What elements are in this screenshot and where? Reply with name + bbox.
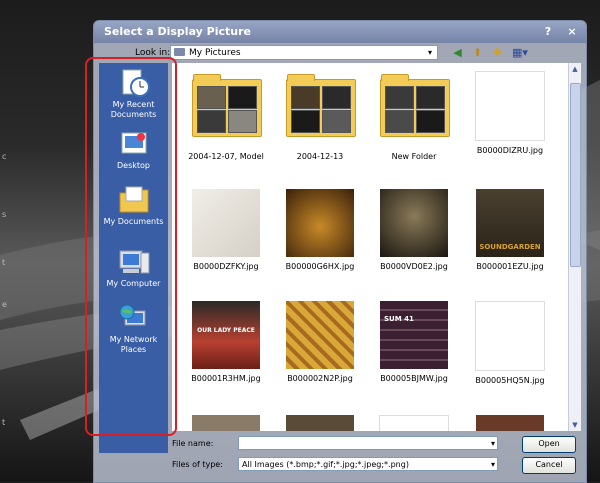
files-of-type-label: Files of type: [172, 460, 223, 469]
chevron-down-icon[interactable]: ▾ [423, 46, 437, 59]
file-name: B00001R3HM.jpg [191, 374, 261, 383]
folder-icon [174, 48, 185, 56]
album-text: SUM 41 [384, 315, 414, 323]
image-thumbnail [475, 301, 545, 371]
image-thumbnail [380, 189, 448, 257]
file-list-view[interactable]: 2004-12-07, Model 2004-12-13 New Folder … [172, 63, 568, 431]
files-of-type-dropdown[interactable]: All Images (*.bmp;*.gif;*.jpg;*.jpeg;*.p… [238, 457, 498, 471]
cancel-button[interactable]: Cancel [522, 457, 576, 474]
red-highlight-annotation [85, 57, 177, 436]
background-text: t [2, 258, 6, 267]
file-item-image[interactable]: SOUNDGARDEN B000001EZU.jpg [464, 189, 556, 271]
album-text: OUR LADY PEACE [197, 327, 255, 334]
file-item-image[interactable] [274, 415, 366, 431]
chevron-down-icon[interactable]: ▾ [491, 437, 495, 451]
file-item-image[interactable] [180, 415, 272, 431]
file-item-image[interactable]: B00005HQ5N.jpg [464, 301, 556, 385]
image-thumbnail [476, 415, 544, 431]
file-name: B000002N2P.jpg [287, 374, 353, 383]
chevron-down-icon[interactable]: ▾ [491, 458, 495, 472]
open-button[interactable]: Open [522, 436, 576, 453]
file-name: 2004-12-07, Model [188, 152, 264, 161]
file-item-folder[interactable]: 2004-12-07, Model [180, 71, 272, 161]
file-name: B00000G6HX.jpg [285, 262, 355, 271]
scrollbar-thumb[interactable] [570, 83, 581, 267]
file-name: B00005HQ5N.jpg [475, 376, 545, 385]
look-in-value: My Pictures [189, 48, 241, 58]
file-item-image[interactable]: B000002N2P.jpg [274, 301, 366, 383]
file-name: B0000VD0E2.jpg [380, 262, 448, 271]
file-item-image[interactable] [464, 415, 556, 431]
file-name: B000001EZU.jpg [476, 262, 544, 271]
title-bar[interactable]: Select a Display Picture ? × [94, 21, 586, 43]
file-name-input[interactable]: ▾ [238, 436, 498, 450]
scroll-down-icon[interactable]: ▼ [569, 419, 581, 431]
image-thumbnail: SUM 41 [380, 301, 448, 369]
new-folder-icon[interactable]: ✚ [490, 45, 505, 60]
image-thumbnail [192, 415, 260, 431]
background-text: s [2, 210, 7, 219]
file-name: 2004-12-13 [296, 152, 344, 161]
image-thumbnail: SOUNDGARDEN [476, 189, 544, 257]
up-folder-icon[interactable]: ⬆ [470, 45, 485, 60]
scroll-up-icon[interactable]: ▲ [569, 63, 581, 75]
background-text: e [2, 300, 7, 309]
close-button[interactable]: × [564, 24, 580, 39]
vertical-scrollbar[interactable]: ▲ ▼ [568, 63, 581, 431]
file-name: B0000DZFKY.jpg [193, 262, 259, 271]
back-icon[interactable]: ◀ [450, 45, 465, 60]
folder-icon [286, 74, 356, 137]
help-button[interactable]: ? [540, 24, 556, 39]
image-thumbnail [475, 71, 545, 141]
folder-icon [380, 74, 450, 137]
album-text: SOUNDGARDEN [479, 243, 541, 251]
file-item-folder[interactable]: 2004-12-13 [274, 71, 366, 161]
file-item-image[interactable]: B00000G6HX.jpg [274, 189, 366, 271]
folder-icon [192, 74, 262, 137]
file-item-image[interactable]: OUR LADY PEACE B00001R3HM.jpg [180, 301, 272, 383]
image-thumbnail: OUR LADY PEACE [192, 301, 260, 369]
file-item-folder[interactable]: New Folder [368, 71, 460, 161]
image-thumbnail [192, 189, 260, 257]
files-of-type-value: All Images (*.bmp;*.gif;*.jpg;*.jpeg;*.p… [242, 460, 409, 469]
dialog-title: Select a Display Picture [104, 25, 251, 38]
file-name: New Folder [391, 152, 437, 161]
background-text: t [2, 418, 6, 427]
file-name: B00005BJMW.jpg [380, 374, 448, 383]
background-text: c [2, 152, 7, 161]
image-thumbnail [286, 189, 354, 257]
image-thumbnail [286, 301, 354, 369]
views-menu-icon[interactable]: ▦▾ [510, 45, 530, 60]
file-name: B0000DIZRU.jpg [476, 146, 544, 155]
file-item-image[interactable]: B0000DIZRU.jpg [464, 71, 556, 155]
look-in-dropdown[interactable]: My Pictures ▾ [170, 45, 438, 60]
file-item-image[interactable] [368, 415, 460, 431]
image-thumbnail [286, 415, 354, 431]
file-name-label: File name: [172, 439, 214, 448]
image-thumbnail [379, 415, 449, 431]
file-item-image[interactable]: B0000VD0E2.jpg [368, 189, 460, 271]
file-item-image[interactable]: B0000DZFKY.jpg [180, 189, 272, 271]
file-item-image[interactable]: SUM 41 B00005BJMW.jpg [368, 301, 460, 383]
